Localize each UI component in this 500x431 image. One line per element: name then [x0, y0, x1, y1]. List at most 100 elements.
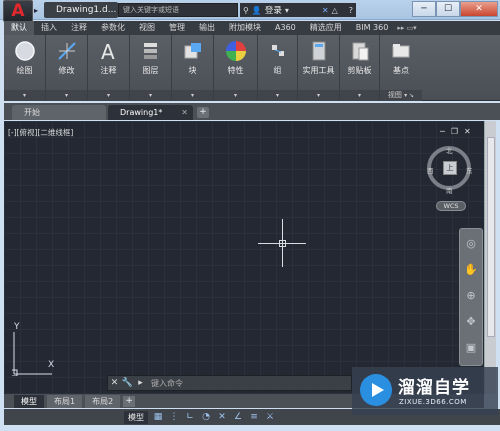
- panel-modify-footer[interactable]: ▾: [46, 90, 87, 101]
- color-wheel-icon: [225, 41, 246, 61]
- panel-draw[interactable]: 绘图 ▾: [4, 35, 46, 101]
- close-tab-icon[interactable]: ✕: [181, 105, 188, 120]
- panel-groups[interactable]: 组 ▾: [258, 35, 298, 101]
- panel-block-label: 块: [188, 66, 197, 75]
- panel-modify[interactable]: 修改 ▾: [46, 35, 88, 101]
- viewcube-south[interactable]: 南: [446, 185, 453, 195]
- panel-utilities-footer[interactable]: ▾: [298, 90, 339, 101]
- tab-output[interactable]: 输出: [192, 21, 222, 35]
- wcs-menu-button[interactable]: WCS: [436, 201, 466, 211]
- panel-properties-footer[interactable]: ▾: [214, 90, 257, 101]
- steering-wheel-icon[interactable]: ◎: [460, 233, 482, 255]
- osnap-icon[interactable]: ✕: [216, 412, 228, 422]
- tab-default[interactable]: 默认: [4, 21, 34, 35]
- panel-clipboard-footer[interactable]: ▾: [340, 90, 379, 101]
- tab-manage[interactable]: 管理: [162, 21, 192, 35]
- search-icon[interactable]: ⚲: [243, 6, 249, 15]
- panel-draw-label: 绘图: [16, 66, 33, 75]
- command-recent-icon[interactable]: ▸: [134, 376, 147, 390]
- model-space-button[interactable]: 模型: [124, 410, 148, 424]
- tab-annotate[interactable]: 注释: [64, 21, 94, 35]
- panel-layers-footer[interactable]: ▾: [130, 90, 171, 101]
- add-layout-button[interactable]: +: [123, 395, 136, 407]
- navigation-bar: ◎ ✋ ⊕ ✥ ▣: [459, 228, 483, 366]
- quick-access-arrow-icon[interactable]: ▸: [34, 6, 38, 15]
- viewport-restore-icon[interactable]: ❐: [451, 127, 458, 136]
- panel-properties[interactable]: 特性 ▾: [214, 35, 258, 101]
- user-icon[interactable]: 👤: [252, 6, 262, 15]
- close-button[interactable]: ✕: [460, 1, 498, 17]
- tab-start-label: 开始: [24, 108, 40, 117]
- layers-icon: [143, 43, 157, 59]
- panel-utilities-label: 实用工具: [302, 66, 335, 75]
- command-close-icon[interactable]: ✕: [108, 376, 121, 390]
- panel-block[interactable]: 块 ▾: [172, 35, 214, 101]
- vertical-scrollbar[interactable]: [484, 121, 496, 394]
- viewcube-top-face[interactable]: 上: [443, 161, 457, 175]
- zoom-icon[interactable]: ⊕: [460, 285, 482, 307]
- panel-annotation-footer[interactable]: ▾: [88, 90, 129, 101]
- lineweight-icon[interactable]: ≡: [248, 412, 260, 422]
- panel-groups-footer[interactable]: ▾: [258, 90, 297, 101]
- panel-layers[interactable]: 图层 ▾: [130, 35, 172, 101]
- panel-draw-footer[interactable]: ▾: [4, 90, 45, 101]
- search-input[interactable]: 键入关键字或短语: [118, 3, 238, 17]
- polar-icon[interactable]: ◔: [200, 412, 212, 422]
- snap-icon[interactable]: ⋮: [168, 412, 180, 422]
- showmotion-icon[interactable]: ▣: [460, 337, 482, 359]
- help-button[interactable]: ?: [349, 6, 353, 15]
- maximize-button[interactable]: ☐: [436, 1, 460, 17]
- dropdown-arrow-icon[interactable]: ▾: [285, 6, 289, 15]
- ucs-y-label: Y: [14, 322, 20, 332]
- viewport-window-controls: ─ ❐ ✕: [440, 127, 471, 136]
- command-settings-icon[interactable]: 🔧: [121, 376, 134, 390]
- panel-block-footer[interactable]: ▾: [172, 90, 213, 101]
- ortho-icon[interactable]: ∟: [184, 412, 196, 422]
- tab-parametric[interactable]: 参数化: [94, 21, 132, 35]
- ucs-x-label: X: [48, 360, 55, 370]
- panel-clipboard-label: 剪贴板: [347, 66, 372, 75]
- tab-featured-apps[interactable]: 精选应用: [303, 21, 349, 35]
- viewport-minimize-icon[interactable]: ─: [440, 127, 445, 136]
- command-input[interactable]: 键入命令: [151, 378, 183, 389]
- viewcube-west[interactable]: 西: [427, 165, 434, 175]
- panel-view[interactable]: 基点 视图 ▾ ↘: [380, 35, 422, 101]
- new-tab-button[interactable]: +: [197, 107, 209, 118]
- tab-start[interactable]: 开始: [12, 105, 106, 120]
- viewcube-north[interactable]: 北: [446, 145, 453, 155]
- text-icon: A: [101, 40, 115, 62]
- tab-layout2[interactable]: 布局2: [85, 394, 121, 408]
- tab-model[interactable]: 模型: [14, 394, 44, 408]
- viewport-controls-label[interactable]: [-][俯视][二维线框]: [8, 127, 73, 138]
- panel-view-footer[interactable]: 视图 ▾ ↘: [380, 90, 422, 101]
- tab-bim360[interactable]: BIM 360: [349, 21, 396, 35]
- drawing-canvas[interactable]: [4, 121, 484, 394]
- panel-utilities[interactable]: 实用工具 ▾: [298, 35, 340, 101]
- tab-view[interactable]: 视图: [132, 21, 162, 35]
- tab-layout1[interactable]: 布局1: [47, 394, 83, 408]
- application-menu-button[interactable]: A: [3, 0, 33, 22]
- tab-drawing1[interactable]: Drawing1* ✕: [108, 105, 193, 120]
- pan-hand-icon[interactable]: ✋: [460, 259, 482, 281]
- panel-clipboard[interactable]: 剪贴板 ▾: [340, 35, 380, 101]
- base-point-icon: [392, 44, 410, 58]
- tab-addins[interactable]: 附加模块: [222, 21, 268, 35]
- exchange-icon[interactable]: ✕: [322, 6, 329, 15]
- login-button[interactable]: 登录: [265, 4, 282, 16]
- minimize-button[interactable]: ─: [412, 1, 436, 17]
- orbit-icon[interactable]: ✥: [460, 311, 482, 333]
- a360-icon[interactable]: △: [332, 6, 338, 15]
- viewcube-east[interactable]: 东: [466, 165, 473, 175]
- more-tabs-icon[interactable]: ▸▸ ▭▾: [397, 24, 416, 32]
- panel-annotation[interactable]: A 注释 ▾: [88, 35, 130, 101]
- tab-a360[interactable]: A360: [268, 21, 303, 35]
- viewport-close-icon[interactable]: ✕: [464, 127, 471, 136]
- autocad-window: A ▸ Drawing1.d... 键入关键字或短语 ⚲ 👤 登录 ▾ ✕ △ …: [0, 0, 500, 431]
- move-icon: [57, 42, 76, 60]
- scrollbar-thumb[interactable]: [487, 137, 495, 337]
- tab-insert[interactable]: 插入: [34, 21, 64, 35]
- annotation-scale-icon[interactable]: ⚔: [264, 412, 276, 422]
- grid-icon[interactable]: ▦: [152, 412, 164, 422]
- panel-properties-label: 特性: [227, 66, 244, 75]
- otrack-icon[interactable]: ∠: [232, 412, 244, 422]
